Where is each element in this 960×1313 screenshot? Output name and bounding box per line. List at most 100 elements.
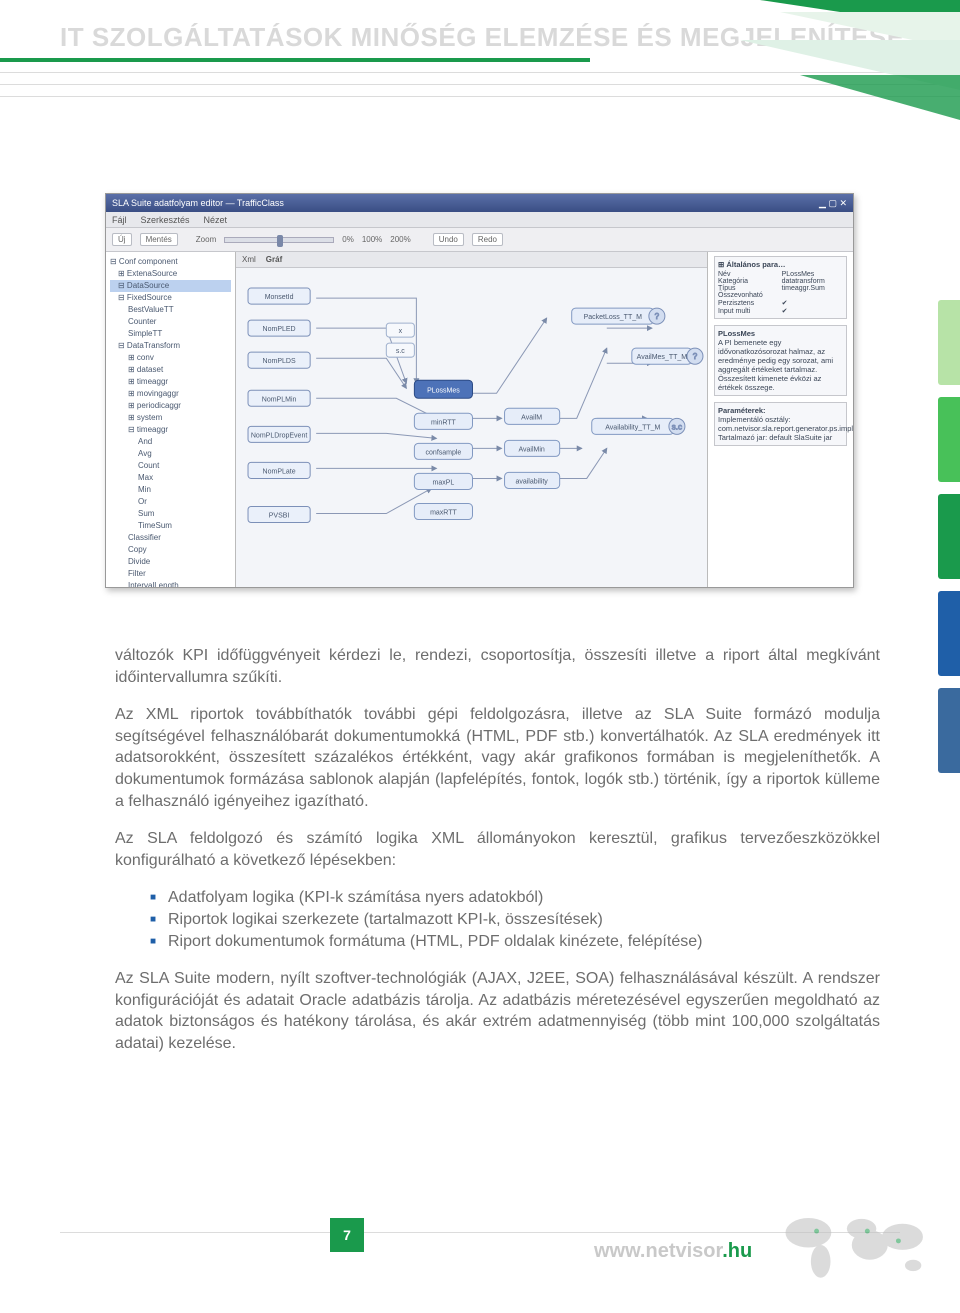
svg-text:minRTT: minRTT	[431, 419, 456, 426]
props-sect3-body2: Tartalmazó jar: default SlaSuite jar	[718, 433, 843, 442]
list-item: Riport dokumentumok formátuma (HTML, PDF…	[150, 931, 880, 953]
zoom-slider[interactable]	[224, 237, 334, 243]
svg-text:AvailMin: AvailMin	[518, 446, 544, 453]
tree-node[interactable]: Avg	[110, 448, 231, 460]
tab-graph[interactable]: Gráf	[266, 255, 282, 264]
svg-text:PacketLoss_TT_M: PacketLoss_TT_M	[584, 314, 643, 321]
url-base: www.netvisor	[594, 1240, 722, 1262]
window-controls-icon: ▁ ▢ ✕	[819, 198, 847, 209]
page-title: IT SZOLGÁLTATÁSOK MINŐSÉG ELEMZÉSE ÉS ME…	[60, 22, 905, 53]
tree-node[interactable]: SimpleTT	[110, 328, 231, 340]
new-button[interactable]: Új	[112, 233, 132, 246]
side-tab	[938, 688, 960, 773]
header-rule-1	[0, 72, 960, 73]
zoom-thumb[interactable]	[277, 235, 283, 247]
tree-node[interactable]: BestValueTT	[110, 304, 231, 316]
svg-text:AvailM: AvailM	[521, 414, 542, 421]
tree-node[interactable]: ⊞ ExtenaSource	[110, 268, 231, 280]
canvas-panel[interactable]: Xml Gráf	[236, 252, 708, 587]
menu-view[interactable]: Nézet	[204, 215, 228, 225]
side-tab	[938, 591, 960, 676]
side-tab	[938, 397, 960, 482]
zoom-mid: 100%	[362, 235, 382, 244]
menu-file[interactable]: Fájl	[112, 215, 127, 225]
svg-text:AvailMes_TT_M: AvailMes_TT_M	[637, 354, 688, 361]
world-map-icon	[775, 1200, 940, 1290]
tree-node[interactable]: ⊞ movingaggr	[110, 388, 231, 400]
paragraph-1: változók KPI időfüggvényeit kérdezi le, …	[115, 645, 880, 688]
svg-text:?: ?	[693, 352, 698, 361]
body-copy: változók KPI időfüggvényeit kérdezi le, …	[115, 645, 880, 1071]
zoom-label: Zoom	[196, 235, 216, 244]
bullet-list: Adatfolyam logika (KPI-k számítása nyers…	[150, 887, 880, 952]
tree-panel[interactable]: ⊟ Conf component ⊞ ExtenaSource ⊟ DataSo…	[106, 252, 236, 587]
props-sect3-body1: Implementáló osztály: com.netvisor.sla.r…	[718, 415, 843, 433]
zoom-min: 0%	[342, 235, 354, 244]
properties-panel: ⊞ Általános para… NévPLossMes Kategóriad…	[708, 252, 853, 587]
svg-text:NomPLate: NomPLate	[263, 468, 296, 475]
list-item: Riportok logikai szerkezete (tartalmazot…	[150, 909, 880, 931]
toolbar: Új Mentés Zoom 0% 100% 200% Undo Redo	[106, 228, 853, 252]
svg-text:confsample: confsample	[426, 449, 462, 456]
tree-node[interactable]: Min	[110, 484, 231, 496]
footer-url: www.netvisor.hu	[594, 1240, 752, 1263]
tree-node[interactable]: ⊟ Conf component	[110, 256, 231, 268]
zoom-max: 200%	[390, 235, 410, 244]
list-item: Adatfolyam logika (KPI-k számítása nyers…	[150, 887, 880, 909]
props-sect3-head: Paraméterek:	[718, 406, 843, 415]
paragraph-2: Az XML riportok továbbíthatók további gé…	[115, 704, 880, 812]
tree-node[interactable]: Filter	[110, 568, 231, 580]
tree-node[interactable]: Max	[110, 472, 231, 484]
menu-bar: Fájl Szerkesztés Nézet	[106, 212, 853, 228]
tab-xml[interactable]: Xml	[242, 255, 256, 264]
redo-button[interactable]: Redo	[472, 233, 503, 246]
tree-node[interactable]: Copy	[110, 544, 231, 556]
props-head: ⊞ Általános para…	[718, 260, 843, 269]
svg-text:availability: availability	[515, 478, 548, 485]
page-number: 7	[330, 1218, 364, 1252]
paragraph-4: Az SLA Suite modern, nyílt szoftver-tech…	[115, 968, 880, 1054]
side-tabs	[938, 300, 960, 785]
tree-node[interactable]: And	[110, 436, 231, 448]
svg-text:s.c: s.c	[396, 348, 405, 355]
undo-button[interactable]: Undo	[433, 233, 464, 246]
tree-node[interactable]: ⊟ DataSource	[110, 280, 231, 292]
svg-text:NomPLDS: NomPLDS	[263, 358, 296, 365]
tree-node[interactable]: ⊞ timeaggr	[110, 376, 231, 388]
tree-node[interactable]: Count	[110, 460, 231, 472]
tree-node[interactable]: Divide	[110, 556, 231, 568]
svg-text:x: x	[399, 328, 403, 335]
tree-node[interactable]: Classifier	[110, 532, 231, 544]
window-title: SLA Suite adatfolyam editor — TrafficCla…	[112, 198, 284, 208]
tree-node[interactable]: ⊞ dataset	[110, 364, 231, 376]
tree-node[interactable]: Sum	[110, 508, 231, 520]
header-decor	[700, 0, 960, 120]
svg-text:NomPLED: NomPLED	[263, 326, 296, 333]
tree-node[interactable]: ⊞ conv	[110, 352, 231, 364]
save-button[interactable]: Mentés	[140, 233, 178, 246]
app-screenshot: SLA Suite adatfolyam editor — TrafficCla…	[105, 193, 854, 588]
tree-node[interactable]: TimeSum	[110, 520, 231, 532]
tree-node[interactable]: Counter	[110, 316, 231, 328]
svg-text:PVSBI: PVSBI	[269, 513, 290, 520]
svg-text:maxRTT: maxRTT	[430, 510, 457, 517]
tree-node[interactable]: ⊟ FixedSource	[110, 292, 231, 304]
header-rule-2	[0, 84, 960, 85]
side-tab	[938, 494, 960, 579]
tree-node[interactable]: ⊞ system	[110, 412, 231, 424]
svg-text:Availability_TT_M: Availability_TT_M	[605, 424, 660, 431]
props-sect2-head: PLossMes	[718, 329, 843, 338]
props-sect2-body: A PI bemenete egy idővonatkozósorozat ha…	[718, 338, 843, 392]
tree-node[interactable]: ⊟ DataTransform	[110, 340, 231, 352]
header-underline	[0, 58, 590, 62]
window-titlebar: SLA Suite adatfolyam editor — TrafficCla…	[106, 194, 853, 212]
flow-diagram: MonsetId NomPLED NomPLDS NomPLMin NomPLD…	[236, 268, 707, 589]
svg-text:NomPLDropEvent: NomPLDropEvent	[251, 432, 307, 439]
tree-node[interactable]: IntervalLength	[110, 580, 231, 587]
svg-text:maxPL: maxPL	[433, 479, 455, 486]
svg-text:NomPLMin: NomPLMin	[262, 396, 297, 403]
tree-node[interactable]: ⊟ timeaggr	[110, 424, 231, 436]
menu-edit[interactable]: Szerkesztés	[141, 215, 190, 225]
tree-node[interactable]: Or	[110, 496, 231, 508]
tree-node[interactable]: ⊞ periodicaggr	[110, 400, 231, 412]
